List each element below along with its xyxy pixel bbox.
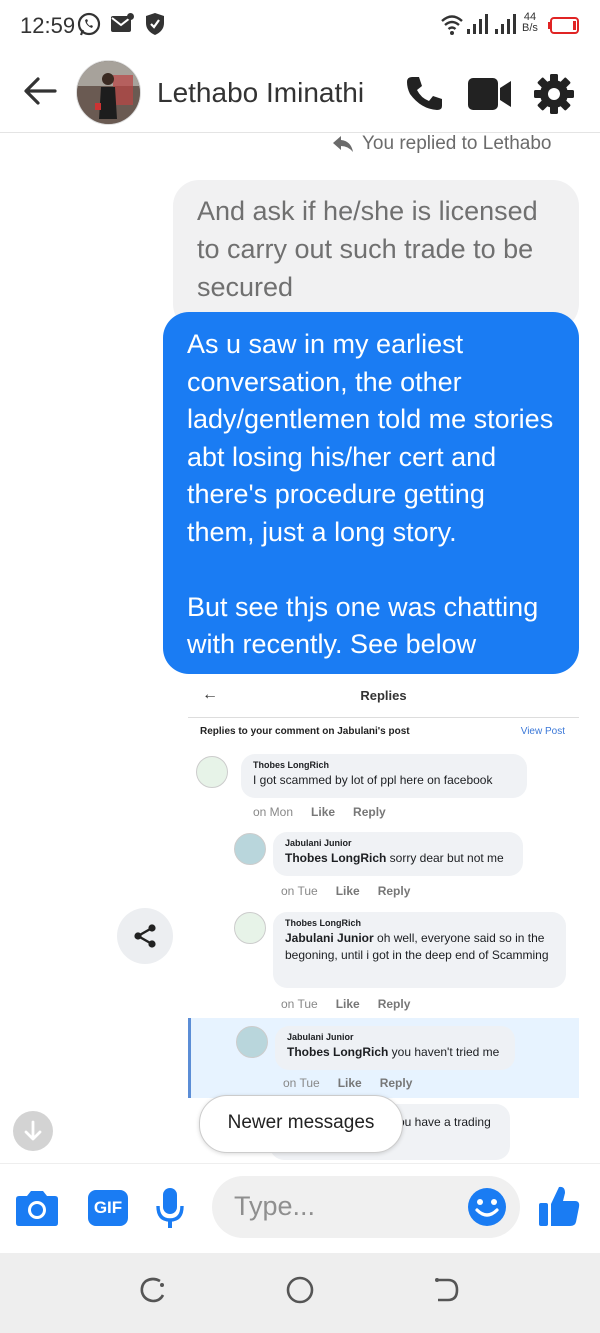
comment-text: Thobes LongRich you haven't tried me <box>287 1045 500 1059</box>
screenshot-title: Replies <box>360 688 407 703</box>
wifi-icon <box>440 12 464 41</box>
comment-mention: Thobes LongRich <box>287 1045 389 1059</box>
comment-bubble: Jabulani Junior Thobes LongRich sorry de… <box>273 832 523 876</box>
sent-message-paragraph: As u saw in my earliest conversation, th… <box>187 329 554 547</box>
emoji-icon[interactable] <box>467 1187 507 1232</box>
gif-button[interactable]: GIF <box>88 1190 128 1226</box>
chat-header: Lethabo Iminathi <box>0 50 600 133</box>
contact-avatar[interactable] <box>76 60 141 125</box>
recent-apps-icon[interactable] <box>138 1275 168 1310</box>
reply-indicator: You replied to Lethabo <box>332 133 551 155</box>
status-bar: 12:59 44 B/s <box>0 0 600 50</box>
comment-reply: Reply <box>379 1076 413 1090</box>
message-input-placeholder: Type... <box>234 1191 316 1221</box>
comment-text: Thobes LongRich sorry dear but not me <box>285 851 504 865</box>
comment-bubble: Thobes LongRich I got scammed by lot of … <box>241 754 527 798</box>
comment-reply: Reply <box>377 997 411 1011</box>
signal-icon-2 <box>494 12 520 41</box>
video-call-icon[interactable] <box>467 77 513 116</box>
commenter-avatar <box>236 1026 268 1058</box>
comment-mention: Jabulani Junior <box>285 931 374 945</box>
camera-icon[interactable] <box>15 1188 59 1233</box>
comment-author: Thobes LongRich <box>285 918 361 928</box>
comment-meta: on Tue Like Reply <box>281 884 428 898</box>
comment-text: I got scammed by lot of ppl here on face… <box>253 773 493 787</box>
screenshot-view-post: View Post <box>520 726 565 737</box>
comment-text: Jabulani Junior oh well, everyone said s… <box>285 931 549 962</box>
message-composer: GIF Type... <box>0 1163 600 1254</box>
share-button[interactable] <box>117 908 173 964</box>
comment-author: Thobes LongRich <box>253 760 329 770</box>
share-icon <box>134 924 156 948</box>
system-nav-bar <box>0 1253 600 1333</box>
comment-like: Like <box>337 1076 362 1090</box>
home-icon[interactable] <box>285 1275 315 1310</box>
screenshot-heading: Replies to your comment on Jabulani's po… <box>200 726 410 737</box>
reply-note-text: You replied to Lethabo <box>362 133 552 154</box>
comment-time: on Tue <box>281 997 318 1011</box>
comment-reply: Reply <box>377 884 411 898</box>
comment-time: on Mon <box>253 805 294 819</box>
speed-unit: B/s <box>522 22 538 34</box>
signal-icon <box>466 12 492 41</box>
comment-author: Jabulani Junior <box>287 1032 354 1042</box>
commenter-avatar <box>234 833 266 865</box>
shield-icon <box>145 12 165 41</box>
comment-reply: Reply <box>353 805 386 819</box>
back-arrow-icon[interactable] <box>22 75 58 112</box>
comment-meta: on Tue Like Reply <box>283 1076 430 1090</box>
comment-time: on Tue <box>281 884 318 898</box>
phone-call-icon[interactable] <box>404 74 444 117</box>
comment-like: Like <box>335 997 360 1011</box>
comment-meta: on Tue Like Reply <box>281 997 428 1011</box>
comment-time: on Tue <box>283 1076 320 1090</box>
gear-icon[interactable] <box>533 73 575 120</box>
reply-arrow-icon <box>333 136 353 152</box>
message-input[interactable]: Type... <box>212 1176 520 1238</box>
battery-icon <box>548 17 580 39</box>
arrow-down-icon <box>24 1120 42 1141</box>
comment-author: Jabulani Junior <box>285 838 352 848</box>
contact-name[interactable]: Lethabo Iminathi <box>157 77 364 109</box>
comment-meta: on Mon Like Reply <box>253 805 404 819</box>
comment-like: Like <box>311 805 336 819</box>
quoted-message-bubble[interactable]: And ask if he/she is licensed to carry o… <box>173 180 579 330</box>
comment-bubble: Thobes LongRich Jabulani Junior oh well,… <box>273 912 566 988</box>
comment-bubble: Jabulani Junior Thobes LongRich you have… <box>275 1026 515 1070</box>
thumbs-up-icon[interactable] <box>538 1184 580 1233</box>
quoted-message-text: And ask if he/she is licensed to carry o… <box>197 196 538 302</box>
sent-message-bubble[interactable]: As u saw in my earliest conversation, th… <box>163 312 579 674</box>
comment-like: Like <box>335 884 360 898</box>
mail-icon <box>110 12 136 41</box>
sent-message-paragraph: But see thjs one was chatting with recen… <box>187 591 539 660</box>
scroll-down-button[interactable] <box>13 1111 53 1151</box>
back-nav-icon[interactable] <box>432 1275 462 1310</box>
status-time: 12:59 <box>20 13 76 38</box>
microphone-icon[interactable] <box>155 1186 185 1237</box>
commenter-avatar <box>234 912 266 944</box>
newer-messages-button[interactable]: Newer messages <box>199 1095 403 1153</box>
attached-screenshot-image[interactable]: ← Replies Replies to your comment on Jab… <box>188 680 579 1160</box>
whatsapp-icon <box>77 12 101 43</box>
comment-mention: Thobes LongRich <box>285 851 387 865</box>
network-speed: 44 B/s <box>522 12 538 34</box>
commenter-avatar <box>196 756 228 788</box>
